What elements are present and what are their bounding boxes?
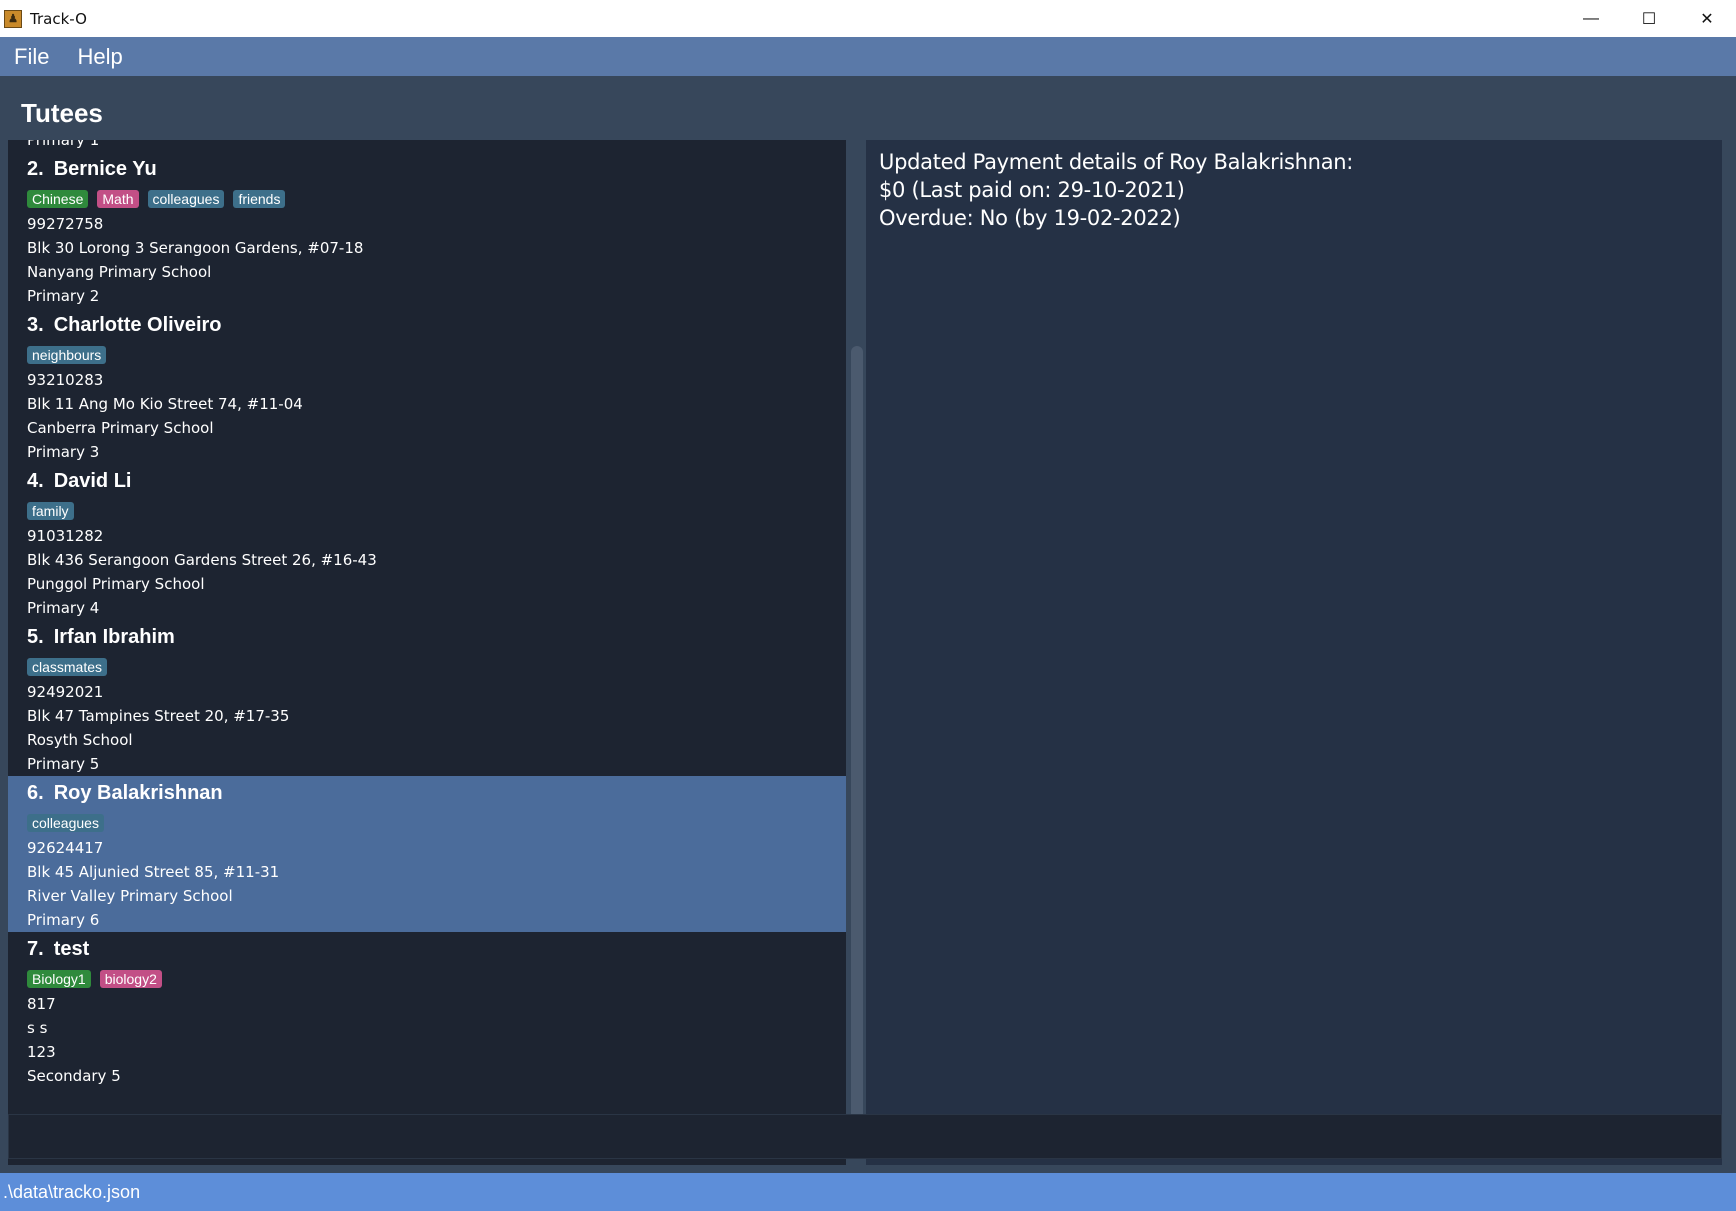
tag-badge: Math [97, 190, 139, 208]
title-bar: ♟ Track-O — ☐ ✕ [0, 0, 1736, 37]
tutee-name: test [53, 938, 90, 960]
tutee-header: 3. Charlotte Oliveiro [27, 314, 846, 342]
tag-list: neighbours [27, 344, 846, 366]
save-location: .\data\tracko.json [3, 1181, 141, 1202]
tutee-header: 7. test [27, 938, 846, 966]
tutee-level: Primary 2 [27, 287, 100, 305]
result-line: $0 (Last paid on: 29-10-2021) [879, 178, 1185, 202]
app-icon: ♟ [4, 9, 22, 28]
tutee-phone: 92492021 [27, 683, 104, 701]
tutee-card[interactable]: 4. David Li family 91031282 Blk 436 Serangoo… [8, 464, 846, 620]
tag-badge: friends [233, 190, 286, 208]
tutee-index: 6. [27, 782, 44, 804]
tutee-index: 5. [27, 626, 44, 648]
command-input[interactable] [8, 1114, 1722, 1159]
tutee-index: 2. [27, 158, 44, 180]
tutee-card[interactable]: 2. Bernice Yu Chinese Math colleagues friends… [8, 152, 846, 308]
tutee-address: Blk 436 Serangoon Gardens Street 26, #16… [27, 551, 377, 569]
tutee-level: Primary 6 [27, 911, 100, 929]
tutee-phone: 91031282 [27, 527, 104, 545]
tag-badge: neighbours [27, 346, 107, 364]
tutee-school: Canberra Primary School [27, 419, 214, 437]
tutee-list-content: Primary 1 2. Bernice Yu Chinese Math colleagu… [8, 140, 846, 1088]
tutee-school: Nanyang Primary School [27, 263, 212, 281]
tag-badge: colleagues [27, 814, 104, 832]
window-controls: — ☐ ✕ [1562, 0, 1736, 37]
main-area: Tutees Primary 1 2. Bernice Yu Chinese Math c… [0, 76, 1736, 1173]
list-scrollbar[interactable] [850, 140, 864, 1165]
tag-badge: Biology1 [27, 970, 91, 988]
tag-list: family [27, 500, 846, 522]
tutee-school: River Valley Primary School [27, 887, 233, 905]
tutee-level: Primary 3 [27, 443, 100, 461]
tutee-name: Irfan Ibrahim [53, 626, 175, 648]
tutee-phone: 99272758 [27, 215, 104, 233]
tutee-phone: 817 [27, 995, 56, 1013]
tutee-header: 5. Irfan Ibrahim [27, 626, 846, 654]
tag-list: Biology1 biology2 [27, 968, 846, 990]
tutee-name: Roy Balakrishnan [53, 782, 223, 804]
scrollbar-thumb[interactable] [851, 346, 863, 1149]
tutee-address: Blk 47 Tampines Street 20, #17-35 [27, 707, 290, 725]
tutee-header: 4. David Li [27, 470, 846, 498]
tutee-index: 7. [27, 938, 44, 960]
menu-help[interactable]: Help [63, 44, 136, 70]
tag-badge: colleagues [147, 190, 225, 208]
tutee-phone: 92624417 [27, 839, 104, 857]
tutee-school: Punggol Primary School [27, 575, 205, 593]
tutee-header: 6. Roy Balakrishnan [27, 782, 846, 810]
tutee-index: 3. [27, 314, 44, 336]
tutee-address: Blk 45 Aljunied Street 85, #11-31 [27, 863, 280, 881]
result-display: Updated Payment details of Roy Balakrish… [866, 140, 1722, 1165]
tag-list: Chinese Math colleagues friends [27, 188, 846, 210]
tutee-phone: 93210283 [27, 371, 104, 389]
tutee-card[interactable]: 6. Roy Balakrishnan colleagues 92624417 Blk … [8, 776, 846, 932]
tutee-school: 123 [27, 1043, 56, 1061]
tag-list: colleagues [27, 812, 846, 834]
tutee-list[interactable]: Primary 1 2. Bernice Yu Chinese Math colleagu… [8, 140, 846, 1165]
close-icon[interactable]: ✕ [1678, 0, 1736, 37]
tutee-index: 4. [27, 470, 44, 492]
tutee-address: s s [27, 1019, 48, 1037]
tutee-name: David Li [53, 470, 132, 492]
tag-list: classmates [27, 656, 846, 678]
tutee-level: Primary 4 [27, 599, 100, 617]
tutee-level: Secondary 5 [27, 1067, 121, 1085]
tutee-card[interactable]: Primary 1 [8, 140, 846, 152]
tag-badge: Chinese [27, 190, 89, 208]
tutee-name: Charlotte Oliveiro [53, 314, 222, 336]
tutee-school: Rosyth School [27, 731, 133, 749]
tutee-level: Primary 1 [27, 140, 100, 149]
window-title: Track-O [30, 9, 87, 28]
menu-file[interactable]: File [0, 44, 63, 70]
tag-badge: classmates [27, 658, 108, 676]
tutee-header: 2. Bernice Yu [27, 158, 846, 186]
section-title: Tutees [21, 98, 103, 128]
tutee-level: Primary 5 [27, 755, 100, 773]
menu-bar: File Help [0, 37, 1736, 76]
tutee-card[interactable]: 3. Charlotte Oliveiro neighbours 93210283 Bl… [8, 308, 846, 464]
minimize-icon[interactable]: — [1562, 0, 1620, 37]
tutee-name: Bernice Yu [53, 158, 157, 180]
maximize-icon[interactable]: ☐ [1620, 0, 1678, 37]
tag-badge: biology2 [99, 970, 162, 988]
tutee-card[interactable]: 7. test Biology1 biology2 817 s s 123 Secondary… [8, 932, 846, 1088]
tutee-card[interactable]: 5. Irfan Ibrahim classmates 92492021 Blk 47 … [8, 620, 846, 776]
tag-badge: family [27, 502, 74, 520]
tutee-address: Blk 30 Lorong 3 Serangoon Gardens, #07-1… [27, 239, 364, 257]
tutee-address: Blk 11 Ang Mo Kio Street 74, #11-04 [27, 395, 303, 413]
result-line: Updated Payment details of Roy Balakrish… [879, 150, 1354, 174]
result-line: Overdue: No (by 19-02-2022) [879, 206, 1181, 230]
status-bar: .\data\tracko.json [0, 1173, 1736, 1211]
